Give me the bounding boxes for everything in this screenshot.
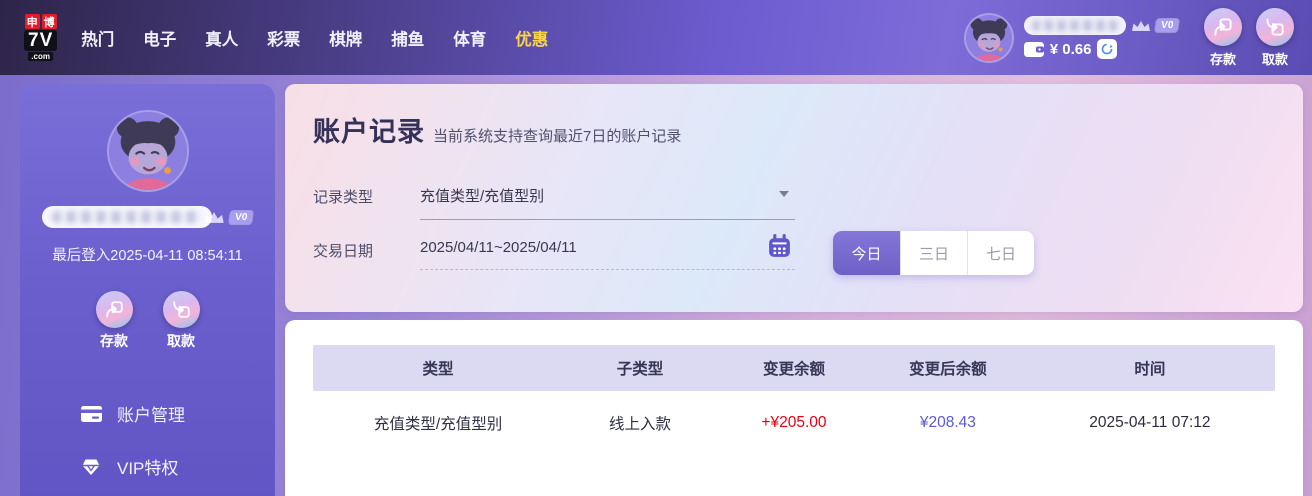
- withdraw-label: 取款: [1262, 49, 1288, 68]
- user-info-column: V0 ¥ 0.66: [1024, 16, 1178, 59]
- sidebar-withdraw-circle: [163, 291, 200, 328]
- records-table-panel: 类型 子类型 变更余额 变更后余额 时间 充值类型/充值型别 线上入款 +¥20…: [285, 320, 1303, 496]
- vip-level-badge: V0: [1155, 19, 1179, 32]
- deposit-label: 存款: [1210, 49, 1236, 68]
- date-range-value: 2025/04/11~2025/04/11: [420, 239, 577, 256]
- nav-item-sports[interactable]: 体育: [453, 26, 486, 50]
- sidebar-username-blur: [52, 211, 202, 223]
- sidebar-withdraw-button[interactable]: 取款: [163, 291, 200, 351]
- table-row: 充值类型/充值型别 线上入款 +¥205.00 ¥208.43 2025-04-…: [313, 391, 1275, 455]
- logo-char-bo: 博: [42, 14, 57, 29]
- nav-item-live[interactable]: 真人: [205, 26, 238, 50]
- refresh-balance-button[interactable]: [1097, 39, 1117, 59]
- calendar-picker-button[interactable]: [766, 233, 793, 264]
- crown-icon: [1130, 19, 1152, 33]
- logo-char-shen: 申: [25, 14, 40, 29]
- logo-com: .com: [28, 52, 53, 61]
- sidebar-deposit-circle: [96, 291, 133, 328]
- range-today-button[interactable]: 今日: [833, 231, 900, 275]
- sidebar: V0 最后登入2025-04-11 08:54:11 存款 取款: [20, 84, 275, 496]
- header-change-balance: 变更余额: [717, 357, 871, 379]
- refresh-icon: [1100, 42, 1114, 56]
- nav-item-lottery[interactable]: 彩票: [267, 26, 300, 50]
- nav-item-fishing[interactable]: 捕鱼: [391, 26, 424, 50]
- record-type-value: 充值类型/充值型别: [420, 188, 544, 205]
- user-name-row: V0: [1024, 16, 1178, 35]
- logo-top-row: 申 博: [25, 14, 57, 29]
- sidebar-vip-badge: V0: [229, 211, 253, 224]
- last-login-text: 最后登入2025-04-11 08:54:11: [52, 244, 243, 265]
- bank-card-icon: [80, 406, 102, 422]
- filter-form: 记录类型 充值类型/充值型别 交易日期 2025/04/11~2025/04/1…: [313, 183, 1275, 283]
- sidebar-item-vip-privileges[interactable]: VIP特权: [20, 440, 275, 493]
- sidebar-quick-actions: 存款 取款: [96, 291, 200, 351]
- cell-subtype: 线上入款: [563, 412, 717, 434]
- sidebar-menu: 账户管理 VIP特权 红利红包: [20, 387, 275, 496]
- balance-amount: ¥ 0.66: [1050, 41, 1092, 58]
- cell-type: 充值类型/充值型别: [313, 412, 563, 434]
- sidebar-withdraw-label: 取款: [167, 331, 195, 351]
- range-three-days-button[interactable]: 三日: [900, 231, 967, 275]
- date-range-input[interactable]: 2025/04/11~2025/04/11: [420, 237, 795, 270]
- cell-time: 2025-04-11 07:12: [1025, 414, 1275, 432]
- main-nav: 热门 电子 真人 彩票 棋牌 捕鱼 体育 优惠: [81, 26, 548, 50]
- sidebar-deposit-arrow-icon: [104, 299, 125, 320]
- sidebar-avatar-illustration: [109, 112, 187, 190]
- header-subtype: 子类型: [563, 357, 717, 379]
- cell-after-amount: ¥208.43: [871, 414, 1025, 432]
- withdraw-button[interactable]: 取款: [1256, 8, 1294, 68]
- avatar-illustration: [966, 15, 1012, 61]
- cell-change-amount: +¥205.00: [717, 414, 871, 432]
- sidebar-username-masked: [42, 206, 212, 228]
- table-header-row: 类型 子类型 变更余额 变更后余额 时间: [313, 345, 1275, 391]
- record-type-row: 记录类型 充值类型/充值型别: [313, 183, 1275, 229]
- sidebar-item-account-management[interactable]: 账户管理: [20, 387, 275, 440]
- date-range-presets: 今日 三日 七日: [833, 231, 1034, 275]
- sidebar-avatar: [107, 110, 189, 192]
- calendar-icon: [766, 233, 793, 260]
- withdraw-circle: [1256, 8, 1294, 46]
- username-blur: [1032, 20, 1118, 31]
- sidebar-deposit-label: 存款: [100, 331, 128, 351]
- account-records-panel: 账户记录 当前系统支持查询最近7日的账户记录 记录类型 充值类型/充值型别 交易…: [285, 84, 1303, 312]
- header-type: 类型: [313, 357, 563, 379]
- wallet-icon: [1024, 42, 1044, 57]
- sidebar-deposit-button[interactable]: 存款: [96, 291, 133, 351]
- header-after-balance: 变更后余额: [871, 357, 1025, 379]
- site-logo[interactable]: 申 博 7V .com: [24, 14, 57, 61]
- nav-item-board-games[interactable]: 棋牌: [329, 26, 362, 50]
- user-avatar[interactable]: [964, 13, 1014, 63]
- nav-item-slots[interactable]: 电子: [143, 26, 176, 50]
- date-label: 交易日期: [313, 237, 420, 261]
- deposit-arrow-icon: [1212, 16, 1234, 38]
- header-time: 时间: [1025, 357, 1275, 379]
- deposit-button[interactable]: 存款: [1204, 8, 1242, 68]
- sidebar-username-row: V0: [42, 206, 252, 228]
- sidebar-withdraw-arrow-icon: [171, 299, 192, 320]
- range-seven-days-button[interactable]: 七日: [967, 231, 1034, 275]
- balance-row: ¥ 0.66: [1024, 39, 1178, 59]
- page-title-row: 账户记录 当前系统支持查询最近7日的账户记录: [313, 110, 1275, 149]
- user-cluster: V0 ¥ 0.66: [964, 8, 1294, 68]
- username-masked: [1024, 16, 1126, 35]
- deposit-circle: [1204, 8, 1242, 46]
- menu-label: 账户管理: [117, 401, 185, 426]
- vip-gem-icon: [80, 457, 102, 476]
- page-title: 账户记录: [313, 110, 425, 149]
- date-range-row: 交易日期 2025/04/11~2025/04/11: [313, 237, 1275, 283]
- chevron-down-icon: [779, 191, 789, 197]
- nav-item-promotions[interactable]: 优惠: [515, 26, 548, 50]
- nav-quick-actions: 存款 取款: [1204, 8, 1294, 68]
- record-type-label: 记录类型: [313, 183, 420, 207]
- record-type-select[interactable]: 充值类型/充值型别: [420, 183, 795, 220]
- top-navbar: 申 博 7V .com 热门 电子 真人 彩票 棋牌 捕鱼 体育 优惠: [0, 0, 1312, 75]
- page-subtitle: 当前系统支持查询最近7日的账户记录: [433, 125, 681, 146]
- logo-7v: 7V: [24, 30, 57, 51]
- nav-item-hot[interactable]: 热门: [81, 26, 114, 50]
- withdraw-arrow-icon: [1264, 16, 1286, 38]
- menu-label: VIP特权: [117, 454, 178, 479]
